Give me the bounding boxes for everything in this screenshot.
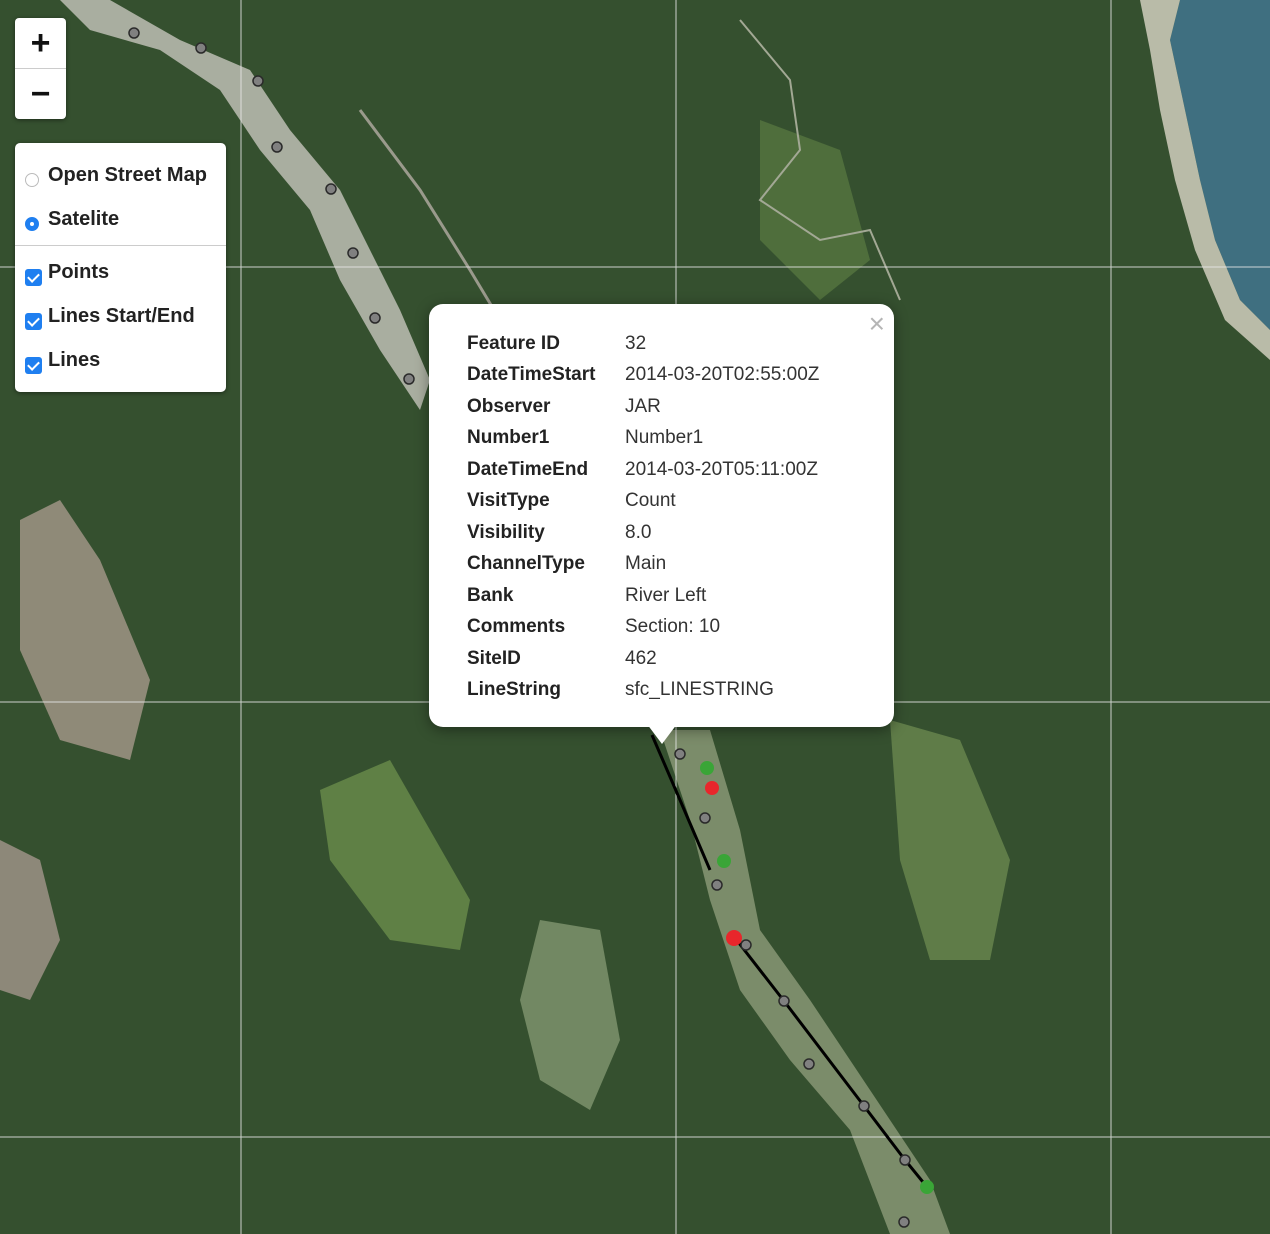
point-marker[interactable] [369, 312, 381, 324]
radio-button[interactable] [25, 173, 39, 187]
base-layer-label: Satelite [48, 207, 120, 230]
attribute-key: DateTimeStart [467, 364, 596, 386]
point-marker[interactable] [711, 879, 723, 891]
table-row: Feature ID 32 [467, 328, 819, 360]
point-marker[interactable] [740, 939, 752, 951]
point-marker[interactable] [128, 27, 140, 39]
base-layer-label: Open Street Map [48, 163, 207, 186]
attribute-key: LineString [467, 679, 561, 701]
feature-popup: × Feature ID 32 DateTimeStart 2014-03-20T0… [429, 304, 894, 727]
attribute-value: Main [625, 553, 667, 575]
table-row: Bank River Left [467, 580, 819, 612]
line-start-marker[interactable] [700, 761, 714, 775]
overlay-lines-start-end[interactable]: Lines Start/End [15, 294, 226, 338]
point-marker[interactable] [778, 995, 790, 1007]
attribute-key: Feature ID [467, 332, 560, 354]
zoom-in-button[interactable]: + [15, 18, 66, 68]
point-marker[interactable] [271, 141, 283, 153]
layer-control: Open Street Map Satelite Points Lines St… [15, 143, 226, 392]
point-marker[interactable] [347, 247, 359, 259]
table-row: Observer JAR [467, 391, 819, 423]
table-row: Visibility 8.0 [467, 517, 819, 549]
table-row: VisitType Count [467, 486, 819, 518]
attribute-value: Number1 [625, 427, 704, 449]
zoom-control: + − [15, 18, 66, 119]
radio-button-selected[interactable] [25, 217, 39, 231]
layer-separator [15, 245, 226, 246]
table-row: Number1 Number1 [467, 423, 819, 455]
overlay-lines[interactable]: Lines [15, 338, 226, 382]
attribute-value: 8.0 [625, 521, 652, 543]
attribute-value: sfc_LINESTRING [625, 679, 774, 701]
attribute-key: DateTimeEnd [467, 458, 589, 480]
attribute-value: Count [625, 490, 676, 512]
base-layer-satellite[interactable]: Satelite [15, 197, 226, 241]
point-marker[interactable] [195, 42, 207, 54]
close-icon[interactable]: × [869, 308, 885, 340]
checkbox[interactable] [25, 312, 42, 330]
overlay-label: Lines [48, 348, 101, 371]
attribute-key: SiteID [467, 647, 521, 669]
attribute-key: Visibility [467, 521, 545, 543]
attribute-table: Feature ID 32 DateTimeStart 2014-03-20T02:… [467, 328, 819, 706]
point-marker[interactable] [252, 75, 264, 87]
point-marker[interactable] [898, 1216, 910, 1228]
checkbox[interactable] [25, 356, 42, 374]
table-row: DateTimeEnd 2014-03-20T05:11:00Z [467, 454, 819, 486]
overlay-points[interactable]: Points [15, 250, 226, 294]
point-marker[interactable] [674, 748, 686, 760]
overlay-label: Lines Start/End [48, 304, 195, 327]
table-row: DateTimeStart 2014-03-20T02:55:00Z [467, 360, 819, 392]
overlay-label: Points [48, 260, 110, 283]
line-end-marker[interactable] [726, 930, 742, 946]
point-marker[interactable] [325, 183, 337, 195]
line-start-marker[interactable] [920, 1180, 934, 1194]
checkbox[interactable] [25, 268, 42, 286]
point-marker[interactable] [403, 373, 415, 385]
base-layer-osm[interactable]: Open Street Map [15, 153, 226, 197]
table-row: ChannelType Main [467, 549, 819, 581]
attribute-key: VisitType [467, 490, 550, 512]
attribute-value: JAR [625, 395, 661, 417]
popup-tip [647, 724, 677, 744]
attribute-key: Observer [467, 395, 551, 417]
attribute-value: 2014-03-20T02:55:00Z [625, 364, 820, 386]
attribute-value: 32 [625, 332, 647, 354]
attribute-key: Number1 [467, 427, 550, 449]
attribute-value: River Left [625, 584, 707, 606]
attribute-key: ChannelType [467, 553, 585, 575]
attribute-value: 462 [625, 647, 657, 669]
zoom-out-button[interactable]: − [15, 68, 66, 119]
attribute-value: Section: 10 [625, 616, 721, 638]
table-row: LineString sfc_LINESTRING [467, 675, 819, 707]
attribute-value: 2014-03-20T05:11:00Z [625, 458, 818, 480]
point-marker[interactable] [858, 1100, 870, 1112]
point-marker[interactable] [699, 812, 711, 824]
point-marker[interactable] [803, 1058, 815, 1070]
line-start-marker[interactable] [717, 854, 731, 868]
table-row: Comments Section: 10 [467, 612, 819, 644]
point-marker[interactable] [899, 1154, 911, 1166]
attribute-key: Bank [467, 584, 514, 606]
line-end-marker[interactable] [705, 781, 719, 795]
attribute-key: Comments [467, 616, 566, 638]
table-row: SiteID 462 [467, 643, 819, 675]
